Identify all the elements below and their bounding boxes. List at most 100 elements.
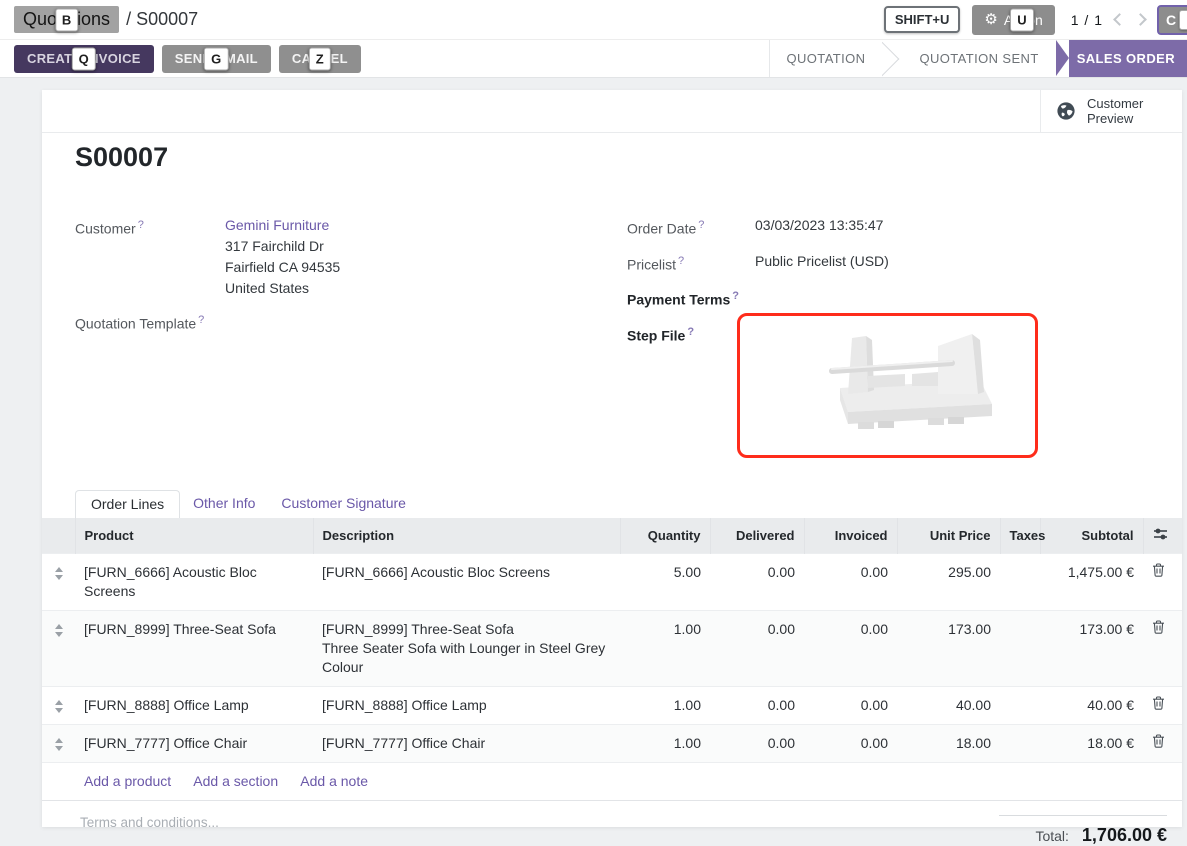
payment-terms-label-text: Payment Terms <box>627 292 730 308</box>
pager-next-icon[interactable] <box>1134 13 1147 26</box>
cell-invoiced[interactable]: 0.00 <box>804 610 897 686</box>
optional-columns-header <box>1143 518 1182 553</box>
step-file-preview[interactable] <box>737 313 1038 458</box>
help-icon: ? <box>698 219 704 231</box>
customer-preview-button[interactable]: Customer Preview <box>1040 90 1182 132</box>
cell-product[interactable]: [FURN_6666] Acoustic Bloc Screens <box>75 553 313 610</box>
gear-icon: ⚙ <box>984 12 997 27</box>
cell-description[interactable]: [FURN_6666] Acoustic Bloc Screens <box>313 553 620 610</box>
cell-description-note: Three Seater Sofa with Lounger in Steel … <box>322 639 611 677</box>
optional-columns-icon[interactable] <box>1153 527 1168 541</box>
drag-handle-icon[interactable] <box>51 563 66 580</box>
status-step-quotation[interactable]: QUOTATION <box>770 40 883 77</box>
cell-description[interactable]: [FURN_8888] Office Lamp <box>313 686 620 724</box>
cell-product[interactable]: [FURN_7777] Office Chair <box>75 724 313 762</box>
drag-handle-icon[interactable] <box>51 696 66 713</box>
total-value: 1,706.00 € <box>1082 825 1167 846</box>
keyboard-hint-breadcrumb: B <box>55 8 78 31</box>
order-date-value[interactable]: 03/03/2023 13:35:47 <box>755 215 883 240</box>
cell-delivered[interactable]: 0.00 <box>710 610 804 686</box>
order-date-label: Order Date? <box>627 215 755 240</box>
cell-delivered[interactable]: 0.00 <box>710 686 804 724</box>
delivered-column-header: Delivered <box>710 518 804 553</box>
cell-unit-price[interactable]: 173.00 <box>897 610 1000 686</box>
status-step-sales-order[interactable]: SALES ORDER <box>1069 40 1187 77</box>
action-menu-button[interactable]: ⚙ Action U <box>972 5 1054 35</box>
unit-price-column-header: Unit Price <box>897 518 1000 553</box>
page-title: S00007 <box>75 142 168 173</box>
send-email-button[interactable]: SEND EMAIL G <box>162 45 271 73</box>
tab-bar: Order Lines Other Info Customer Signatur… <box>42 489 1182 518</box>
cell-quantity[interactable]: 1.00 <box>620 686 710 724</box>
drag-handle-icon[interactable] <box>51 734 66 751</box>
cell-quantity[interactable]: 5.00 <box>620 553 710 610</box>
order-date-label-text: Order Date <box>627 221 696 237</box>
breadcrumb: / S00007 <box>126 9 198 30</box>
customer-address-line1: 317 Fairchild Dr <box>225 236 340 257</box>
cancel-button[interactable]: CANCEL Z <box>279 45 361 73</box>
keyboard-hint-action: U <box>1010 8 1033 31</box>
invoiced-column-header: Invoiced <box>804 518 897 553</box>
description-column-header: Description <box>313 518 620 553</box>
customer-preview-line2: Preview <box>1087 111 1133 126</box>
tab-customer-signature[interactable]: Customer Signature <box>268 490 419 518</box>
status-step-quotation-sent[interactable]: QUOTATION SENT <box>902 40 1055 77</box>
cell-description[interactable]: [FURN_8999] Three-Seat Sofa Three Seater… <box>313 610 620 686</box>
delete-row-icon[interactable] <box>1152 563 1165 582</box>
table-row[interactable]: [FURN_8888] Office Lamp [FURN_8888] Offi… <box>42 686 1182 724</box>
pricelist-value[interactable]: Public Pricelist (USD) <box>755 251 889 276</box>
add-a-product-link[interactable]: Add a product <box>84 773 171 789</box>
cell-unit-price[interactable]: 40.00 <box>897 686 1000 724</box>
payment-terms-label: Payment Terms? <box>627 286 755 311</box>
cell-taxes[interactable] <box>1000 724 1040 762</box>
pager-previous-icon[interactable] <box>1113 13 1126 26</box>
help-icon: ? <box>687 326 694 338</box>
cell-taxes[interactable] <box>1000 553 1040 610</box>
cell-unit-price[interactable]: 18.00 <box>897 724 1000 762</box>
cell-unit-price[interactable]: 295.00 <box>897 553 1000 610</box>
cell-taxes[interactable] <box>1000 686 1040 724</box>
status-pipeline: QUOTATION QUOTATION SENT SALES ORDER <box>769 40 1187 77</box>
fields-left-column: Customer? Gemini Furniture 317 Fairchild… <box>75 215 595 346</box>
quantity-column-header: Quantity <box>620 518 710 553</box>
help-icon: ? <box>678 255 684 267</box>
cell-quantity[interactable]: 1.00 <box>620 610 710 686</box>
cell-invoiced[interactable]: 0.00 <box>804 686 897 724</box>
shortcut-badge: SHIFT+U <box>884 6 961 33</box>
cell-delivered[interactable]: 0.00 <box>710 724 804 762</box>
tab-other-info[interactable]: Other Info <box>180 490 268 518</box>
cell-subtotal: 18.00 € <box>1040 724 1143 762</box>
cell-invoiced[interactable]: 0.00 <box>804 553 897 610</box>
edge-create-button[interactable]: C <box>1157 5 1187 35</box>
cell-product[interactable]: [FURN_8888] Office Lamp <box>75 686 313 724</box>
field-payment-terms: Payment Terms? <box>627 286 1147 311</box>
help-icon: ? <box>138 219 144 231</box>
terms-and-conditions-input[interactable]: Terms and conditions... <box>80 815 219 830</box>
quotation-template-label-text: Quotation Template <box>75 316 196 332</box>
customer-link[interactable]: Gemini Furniture <box>225 215 340 236</box>
cell-delivered[interactable]: 0.00 <box>710 553 804 610</box>
add-a-note-link[interactable]: Add a note <box>300 773 368 789</box>
delete-row-icon[interactable] <box>1152 620 1165 639</box>
field-order-date: Order Date? 03/03/2023 13:35:47 <box>627 215 1147 240</box>
cell-taxes[interactable] <box>1000 610 1040 686</box>
add-a-section-link[interactable]: Add a section <box>193 773 278 789</box>
order-total: Total: 1,706.00 € <box>999 815 1167 846</box>
cell-description[interactable]: [FURN_7777] Office Chair <box>313 724 620 762</box>
table-row[interactable]: [FURN_6666] Acoustic Bloc Screens [FURN_… <box>42 553 1182 610</box>
table-row[interactable]: [FURN_7777] Office Chair [FURN_7777] Off… <box>42 724 1182 762</box>
cell-invoiced[interactable]: 0.00 <box>804 724 897 762</box>
cell-product[interactable]: [FURN_8999] Three-Seat Sofa <box>75 610 313 686</box>
table-row[interactable]: [FURN_8999] Three-Seat Sofa [FURN_8999] … <box>42 610 1182 686</box>
drag-handle-icon[interactable] <box>51 620 66 637</box>
breadcrumb-separator: / <box>126 9 131 29</box>
keyboard-hint-send-email: G <box>204 47 228 70</box>
delete-row-icon[interactable] <box>1152 696 1165 715</box>
record-pager: 1 / 1 <box>1071 12 1103 28</box>
tab-order-lines[interactable]: Order Lines <box>75 490 180 518</box>
order-lines-table: Product Description Quantity Delivered I… <box>42 518 1182 801</box>
breadcrumb-quotations[interactable]: Quotations B <box>14 6 119 33</box>
delete-row-icon[interactable] <box>1152 734 1165 753</box>
cell-quantity[interactable]: 1.00 <box>620 724 710 762</box>
create-invoice-button[interactable]: CREATE INVOICE Q <box>14 45 154 73</box>
